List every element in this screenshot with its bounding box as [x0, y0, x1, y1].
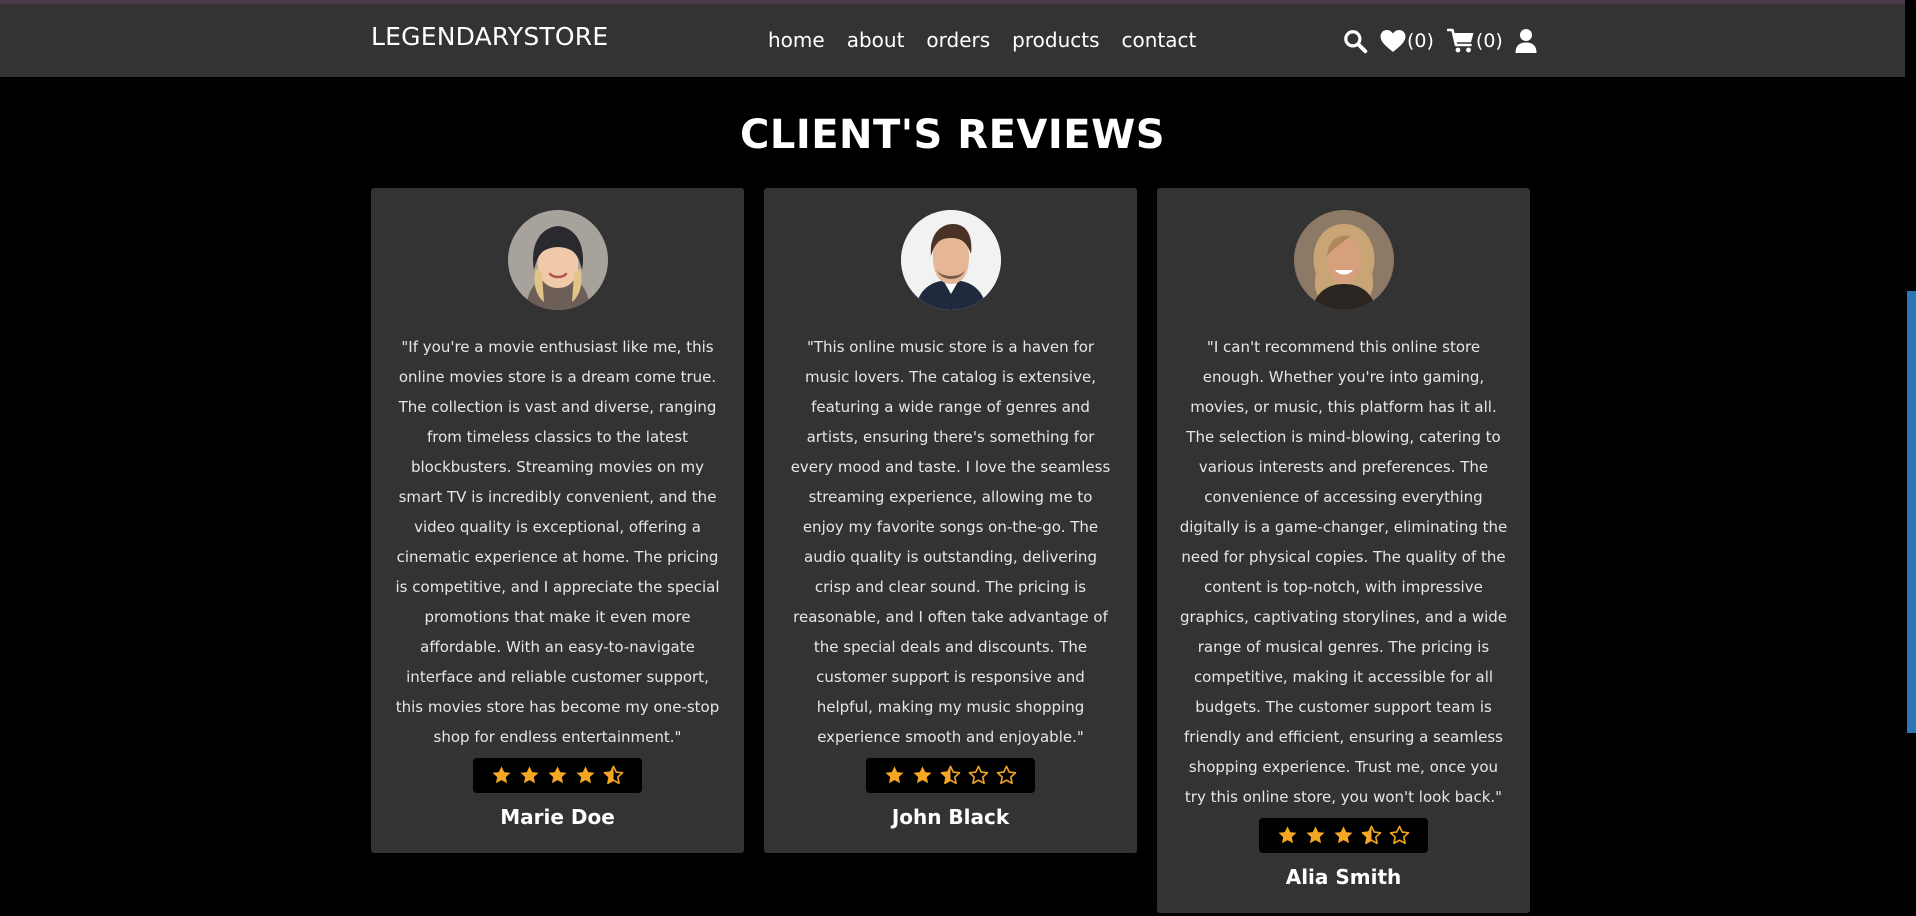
- main-nav: home about orders products contact: [768, 28, 1196, 52]
- review-card: "If you're a movie enthusiast like me, t…: [371, 188, 744, 853]
- cart-button[interactable]: (0): [1446, 28, 1503, 54]
- half-star-icon: [603, 765, 624, 785]
- header: LEGENDARYSTORE home about orders product…: [0, 4, 1905, 77]
- nav-orders[interactable]: orders: [926, 28, 990, 52]
- reviewer-name: Marie Doe: [500, 805, 615, 829]
- review-text: "If you're a movie enthusiast like me, t…: [395, 338, 720, 746]
- wishlist-button[interactable]: (0): [1380, 29, 1434, 53]
- full-star-icon: [548, 766, 567, 784]
- review-text: "I can't recommend this online store eno…: [1179, 338, 1508, 806]
- full-star-icon: [520, 766, 539, 784]
- empty-star-icon: [968, 765, 989, 785]
- avatar: [507, 210, 608, 310]
- cart-count: (0): [1475, 30, 1503, 52]
- heart-icon: [1380, 29, 1406, 52]
- nav-home[interactable]: home: [768, 28, 825, 52]
- empty-star-icon: [996, 765, 1017, 785]
- nav-about[interactable]: about: [847, 28, 905, 52]
- review-card: "This online music store is a haven for …: [764, 188, 1137, 853]
- user-icon[interactable]: [1515, 28, 1537, 54]
- logo[interactable]: LEGENDARYSTORE: [371, 22, 608, 51]
- cart-icon: [1446, 28, 1474, 53]
- half-star-icon: [1361, 825, 1382, 845]
- full-star-icon: [1306, 826, 1325, 844]
- avatar: [900, 210, 1001, 310]
- review-text: "This online music store is a haven for …: [790, 338, 1111, 746]
- avatar: [1293, 210, 1394, 310]
- reviewer-name: Alia Smith: [1285, 865, 1402, 889]
- full-star-icon: [1334, 826, 1353, 844]
- star-rating: [473, 758, 642, 793]
- header-icons: (0) (0): [1342, 24, 1537, 58]
- half-star-icon: [940, 765, 961, 785]
- search-icon[interactable]: [1342, 28, 1368, 54]
- full-star-icon: [913, 766, 932, 784]
- scroll-indicator[interactable]: [1907, 291, 1916, 733]
- full-star-icon: [576, 766, 595, 784]
- full-star-icon: [492, 766, 511, 784]
- reviewer-name: John Black: [891, 805, 1010, 829]
- star-rating: [866, 758, 1035, 793]
- nav-products[interactable]: products: [1012, 28, 1099, 52]
- nav-contact[interactable]: contact: [1122, 28, 1197, 52]
- full-star-icon: [885, 766, 904, 784]
- review-card: "I can't recommend this online store eno…: [1157, 188, 1530, 913]
- star-rating: [1259, 818, 1428, 853]
- wishlist-count: (0): [1407, 30, 1434, 52]
- section-title: CLIENT'S REVIEWS: [739, 112, 1165, 158]
- full-star-icon: [1278, 826, 1297, 844]
- empty-star-icon: [1389, 825, 1410, 845]
